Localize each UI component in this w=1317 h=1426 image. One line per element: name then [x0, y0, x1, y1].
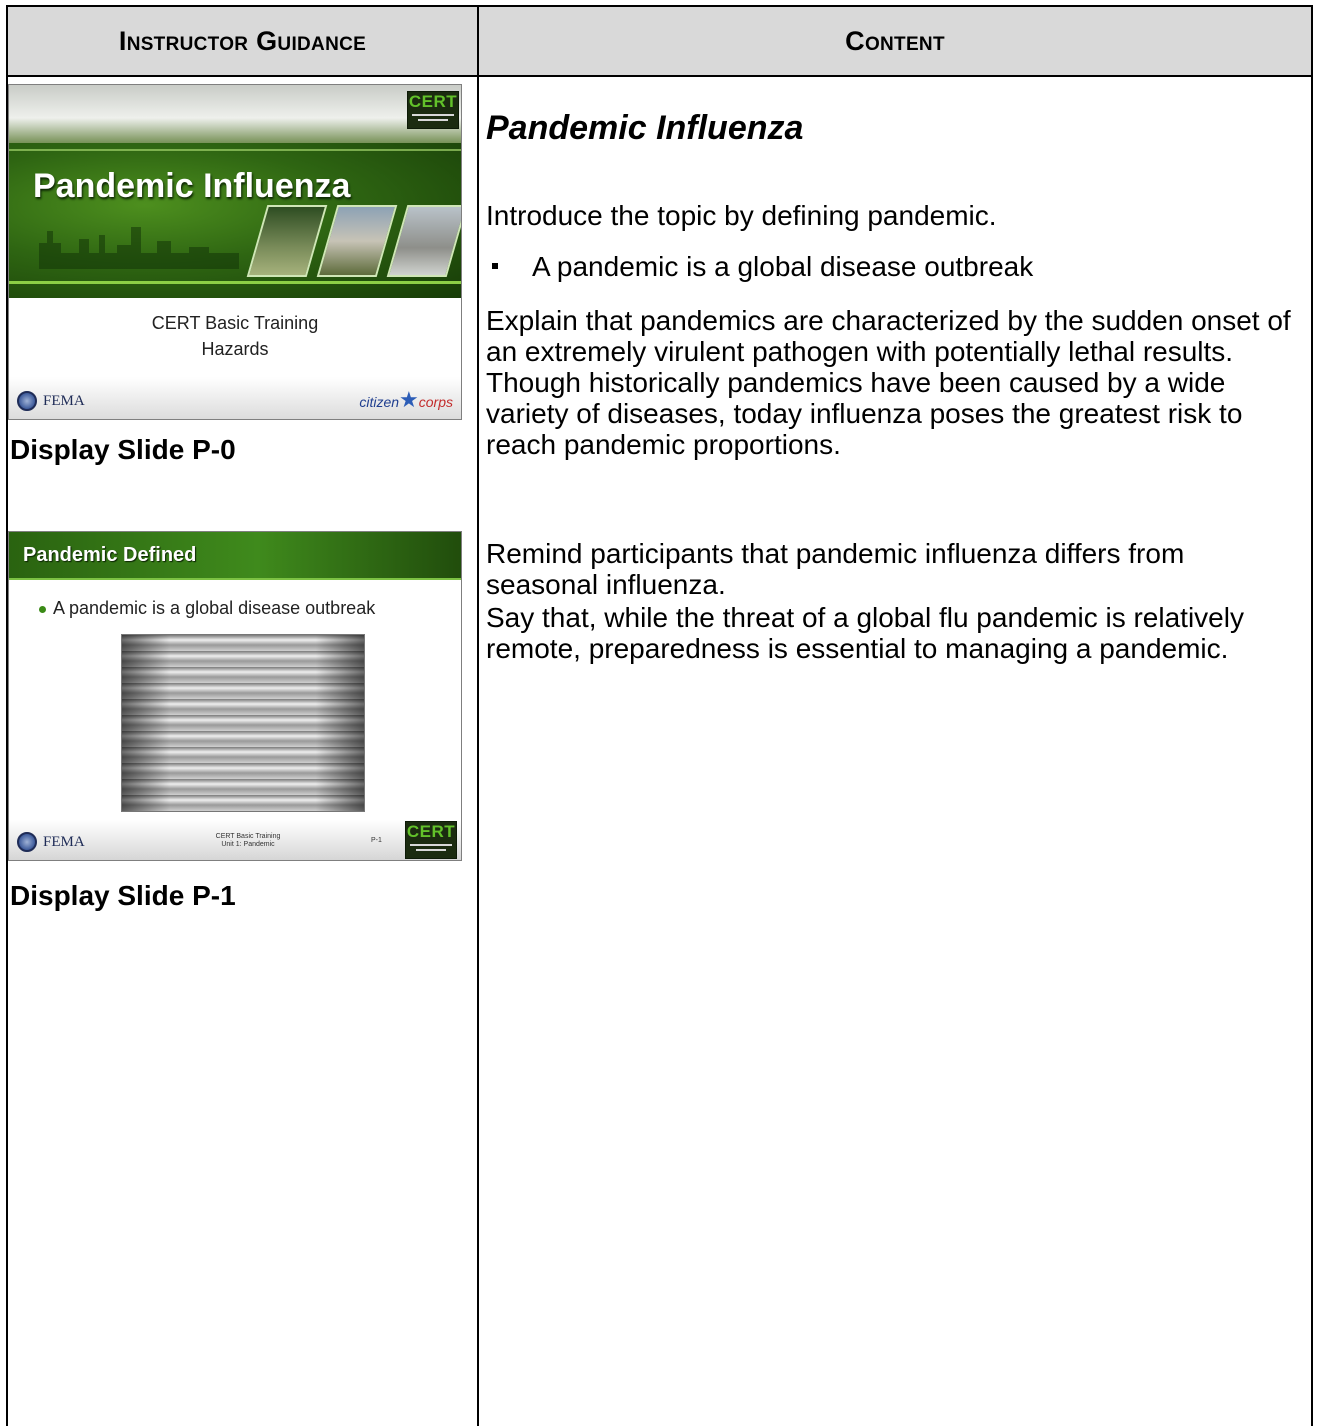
slide-subtitle-line1: CERT Basic Training: [151, 313, 319, 333]
table-header-row: Instructor Guidance Content: [8, 7, 1311, 77]
column-divider: [477, 7, 479, 1426]
slide-thumbnail-p0: CERT Pandemic Influenza CERT Basic Train…: [8, 84, 462, 420]
intro-paragraph: Introduce the topic by defining pandemic…: [486, 200, 997, 231]
fema-logo: FEMA: [17, 832, 85, 852]
star-icon: ★: [399, 387, 419, 412]
dhs-seal-icon: [17, 391, 37, 411]
slide-caption-p1: Display Slide P-1: [10, 880, 236, 911]
city-skyline-icon: [39, 227, 239, 269]
content-title: Pandemic Influenza: [486, 109, 804, 147]
fema-logo: FEMA: [17, 391, 85, 411]
slide-thumbnail-p1: Pandemic Defined A pandemic is a global …: [8, 531, 462, 861]
slide-caption-p0: Display Slide P-0: [10, 434, 236, 465]
content-bullet: A pandemic is a global disease outbreak: [492, 251, 1033, 283]
slide-title: Pandemic Influenza: [33, 167, 351, 205]
say-paragraph: Say that, while the threat of a global f…: [486, 602, 1244, 664]
cert-logo-icon: CERT: [405, 821, 457, 859]
citizen-corps-logo: citizen★corps: [359, 387, 453, 412]
explain-paragraph: Explain that pandemics are characterized…: [486, 305, 1291, 460]
slide-bullet: A pandemic is a global disease outbreak: [39, 598, 375, 619]
remind-paragraph: Remind participants that pandemic influe…: [486, 538, 1185, 600]
cert-logo-icon: CERT: [407, 91, 459, 129]
square-bullet-icon: [492, 262, 498, 269]
slide-title: Pandemic Defined: [23, 544, 197, 566]
dhs-seal-icon: [17, 832, 37, 852]
header-content: Content: [845, 25, 945, 56]
bullet-dot-icon: [39, 605, 46, 613]
slide-page-number: P-1: [371, 837, 382, 844]
slide-subtitle-line2: Hazards: [201, 339, 269, 359]
hospital-ward-photo: [121, 634, 365, 812]
slide-footer-text: CERT Basic Training Unit 1: Pandemic: [215, 833, 281, 848]
header-instructor-guidance: Instructor Guidance: [118, 25, 367, 56]
